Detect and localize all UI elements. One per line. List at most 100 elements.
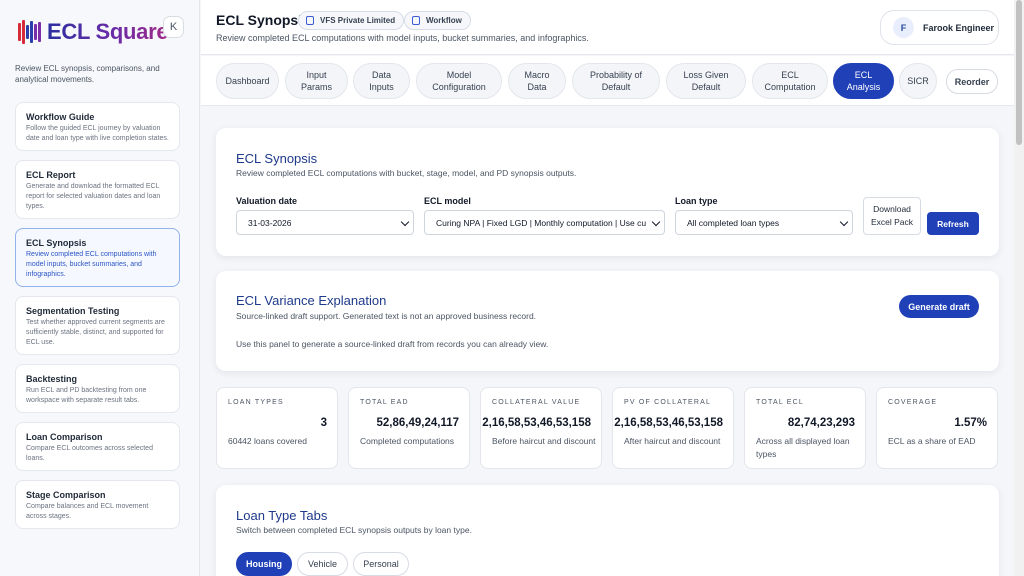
tab-label: ECL Analysis xyxy=(846,70,881,92)
variance-title: ECL Variance Explanation xyxy=(236,293,387,308)
brand-name: ECL Square xyxy=(47,19,169,44)
chevron-down-icon xyxy=(400,217,410,227)
stat-value: 2,16,58,53,46,53,158 xyxy=(482,417,591,429)
tab-macro-data[interactable]: Macro Data xyxy=(508,63,566,99)
loan-tabs-title: Loan Type Tabs xyxy=(236,508,328,523)
variance-note: Use this panel to generate a source-link… xyxy=(236,339,549,349)
sidebar-item-title: Workflow Guide xyxy=(26,112,95,122)
valuation-date-label: Valuation date xyxy=(236,196,298,206)
sidebar-item-stage-comparison[interactable]: Stage Comparison Compare balances and EC… xyxy=(15,480,180,529)
loan-tab-housing[interactable]: Housing xyxy=(236,552,292,576)
workflow-icon xyxy=(412,16,420,25)
tab-model-configuration[interactable]: Model Configuration xyxy=(416,63,502,99)
user-menu[interactable]: F Farook Engineer xyxy=(880,10,999,45)
sidebar-item-title: ECL Report xyxy=(26,170,76,180)
org-badge: VFS Private Limited xyxy=(298,11,405,30)
ecl-model-select[interactable]: Curing NPA | Fixed LGD | Monthly computa… xyxy=(424,210,665,235)
module-tabs: Dashboard Input Params Data Inputs Model… xyxy=(201,56,1024,106)
variance-card: ECL Variance Explanation Source-linked d… xyxy=(216,271,999,371)
stat-note: Before haircut and discount xyxy=(492,436,596,446)
loan-type-label: Loan type xyxy=(675,196,718,206)
sidebar-item-title: Segmentation Testing xyxy=(26,306,120,316)
tab-data-inputs[interactable]: Data Inputs xyxy=(353,63,410,99)
tab-input-params[interactable]: Input Params xyxy=(285,63,348,99)
synopsis-card: ECL Synopsis Review completed ECL comput… xyxy=(216,128,999,256)
sidebar-item-ecl-report[interactable]: ECL Report Generate and download the for… xyxy=(15,160,180,219)
ecl-model-label: ECL model xyxy=(424,196,471,206)
stat-value: 2,16,58,53,46,53,158 xyxy=(614,417,723,429)
sidebar-description: Review ECL synopsis, comparisons, and an… xyxy=(15,64,160,84)
chevron-down-icon xyxy=(839,217,849,227)
valuation-date-select[interactable]: 31-03-2026 xyxy=(236,210,414,235)
sidebar-item-ecl-synopsis[interactable]: ECL Synopsis Review completed ECL comput… xyxy=(15,228,180,287)
tab-label: ECL Computation xyxy=(764,70,816,92)
sidebar-item-desc: Generate and download the formatted ECL … xyxy=(26,183,161,210)
stat-note: Completed computations xyxy=(360,436,455,446)
tab-label: Input Params xyxy=(300,70,332,92)
sidebar-item-desc: Run ECL and PD backtesting from one work… xyxy=(26,387,147,404)
reorder-button[interactable]: Reorder xyxy=(946,69,998,94)
tab-ecl-analysis[interactable]: ECL Analysis xyxy=(833,63,894,99)
stat-value: 3 xyxy=(320,417,327,429)
tab-label: Loss Given Default xyxy=(683,70,729,92)
stat-note: After haircut and discount xyxy=(624,436,721,446)
sidebar: ECL Square K Review ECL synopsis, compar… xyxy=(0,0,200,576)
avatar: F xyxy=(893,17,914,38)
sidebar-item-title: Loan Comparison xyxy=(26,432,103,442)
page-subtitle: Review completed ECL computations with m… xyxy=(216,33,589,43)
user-name: Farook Engineer xyxy=(923,22,995,33)
download-excel-button[interactable]: Download Excel Pack xyxy=(863,197,921,235)
tab-label: Data Inputs xyxy=(369,70,394,92)
page-scrollbar[interactable] xyxy=(1014,0,1024,576)
loan-type-value: All completed loan types xyxy=(687,217,780,228)
tab-sicr[interactable]: SICR xyxy=(899,63,937,99)
stat-value: 52,86,49,24,117 xyxy=(376,417,460,429)
variance-subtitle: Source-linked draft support. Generated t… xyxy=(236,311,537,321)
stat-label: LOAN TYPES xyxy=(228,399,284,406)
collapse-sidebar-button[interactable]: K xyxy=(163,16,184,38)
tab-label: Model Configuration xyxy=(432,70,486,92)
stat-note: 60442 loans covered xyxy=(228,436,307,446)
brand-logo[interactable]: ECL Square xyxy=(18,19,169,45)
stat-label: TOTAL EAD xyxy=(360,399,409,406)
stat-label: PV OF COLLATERAL xyxy=(624,399,712,406)
sidebar-item-segmentation-testing[interactable]: Segmentation Testing Test whether approv… xyxy=(15,296,180,355)
scrollbar-thumb[interactable] xyxy=(1016,0,1022,145)
sidebar-item-workflow-guide[interactable]: Workflow Guide Follow the guided ECL jou… xyxy=(15,102,180,151)
refresh-button[interactable]: Refresh xyxy=(927,212,979,235)
workflow-badge[interactable]: Workflow xyxy=(404,11,471,30)
page-header: ECL Synopsis VFS Private Limited Workflo… xyxy=(201,0,1024,55)
sidebar-nav: Workflow Guide Follow the guided ECL jou… xyxy=(15,102,180,538)
tab-loss-given-default[interactable]: Loss Given Default xyxy=(666,63,746,99)
sidebar-item-desc: Compare ECL outcomes across selected loa… xyxy=(26,445,153,462)
workflow-badge-label: Workflow xyxy=(426,16,462,25)
building-icon xyxy=(306,16,314,25)
stat-pv-of-collateral: PV OF COLLATERAL 2,16,58,53,46,53,158 Af… xyxy=(612,387,734,469)
sidebar-item-desc: Review completed ECL computations with m… xyxy=(26,251,157,278)
org-badge-label: VFS Private Limited xyxy=(320,16,396,25)
stat-loan-types: LOAN TYPES 3 60442 loans covered xyxy=(216,387,338,469)
stat-label: TOTAL ECL xyxy=(756,399,805,406)
sidebar-item-backtesting[interactable]: Backtesting Run ECL and PD backtesting f… xyxy=(15,364,180,413)
stat-value: 82,74,23,293 xyxy=(787,417,855,429)
page-title: ECL Synopsis xyxy=(216,12,310,28)
stat-note: ECL as a share of EAD xyxy=(888,436,976,446)
stat-coverage: COVERAGE 1.57% ECL as a share of EAD xyxy=(876,387,998,469)
tab-dashboard[interactable]: Dashboard xyxy=(216,63,279,99)
tab-probability-of-default[interactable]: Probability of Default xyxy=(572,63,660,99)
stat-label: COLLATERAL VALUE xyxy=(492,399,581,406)
stat-collateral-value: COLLATERAL VALUE 2,16,58,53,46,53,158 Be… xyxy=(480,387,602,469)
loan-tab-personal[interactable]: Personal xyxy=(353,552,409,576)
loan-type-select[interactable]: All completed loan types xyxy=(675,210,853,235)
stat-total-ead: TOTAL EAD 52,86,49,24,117 Completed comp… xyxy=(348,387,470,469)
generate-draft-button[interactable]: Generate draft xyxy=(899,295,979,318)
synopsis-title: ECL Synopsis xyxy=(236,151,318,166)
tab-ecl-computation[interactable]: ECL Computation xyxy=(752,63,828,99)
loan-tab-vehicle[interactable]: Vehicle xyxy=(297,552,348,576)
loan-tabs-subtitle: Switch between completed ECL synopsis ou… xyxy=(236,525,472,535)
tab-label: Macro Data xyxy=(524,70,550,92)
tab-label: Probability of Default xyxy=(589,70,643,92)
chevron-down-icon xyxy=(651,217,661,227)
valuation-date-value: 31-03-2026 xyxy=(248,217,292,228)
sidebar-item-loan-comparison[interactable]: Loan Comparison Compare ECL outcomes acr… xyxy=(15,422,180,471)
